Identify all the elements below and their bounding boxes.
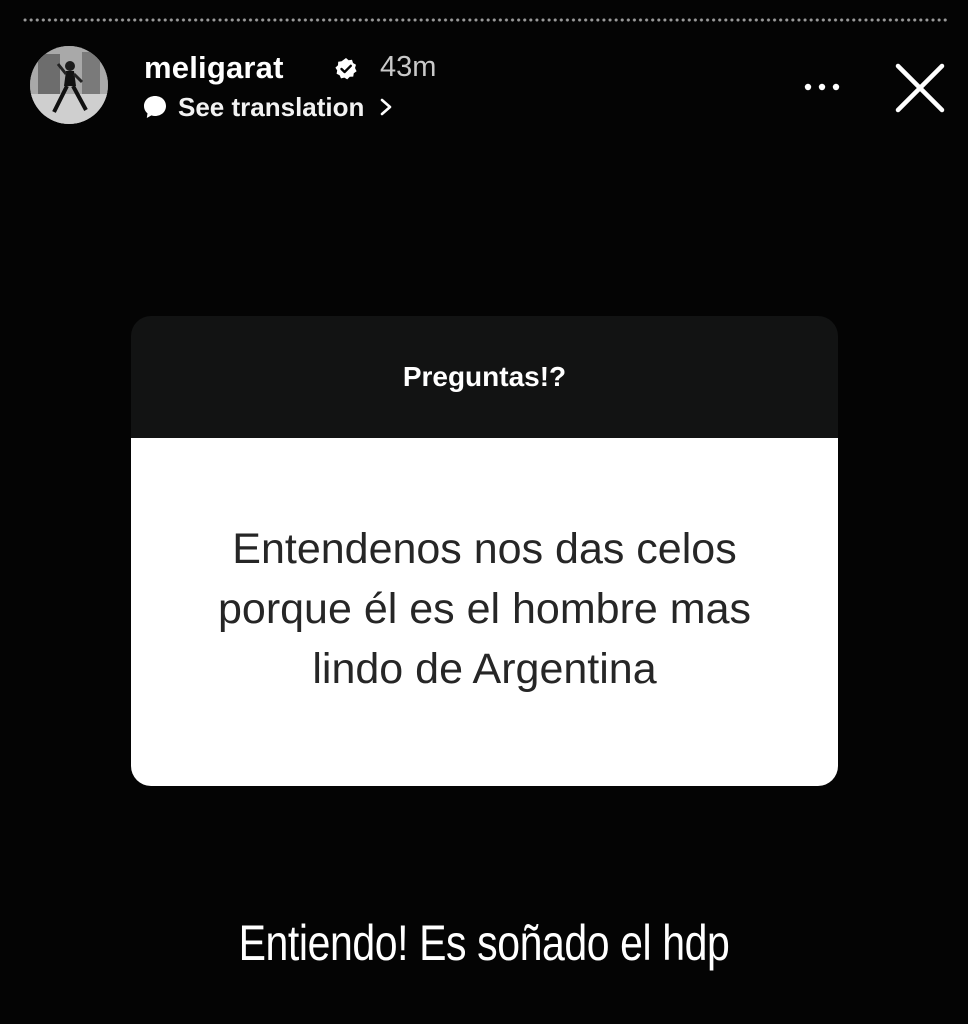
story-caption: Entiendo! Es soñado el hdp [238, 915, 730, 971]
more-options-icon[interactable] [800, 72, 844, 102]
story-progress-bar [22, 16, 948, 24]
question-sticker-header: Preguntas!? [131, 316, 838, 438]
question-sticker-body: Entendenos nos das celos porque él es el… [131, 438, 838, 786]
see-translation-label: See translation [178, 91, 365, 122]
verified-badge-icon [335, 58, 357, 80]
avatar[interactable] [30, 46, 108, 124]
story-header: meligarat 43m See translation [30, 46, 948, 126]
close-icon[interactable] [892, 60, 948, 116]
chevron-right-icon [381, 98, 392, 116]
see-translation-button[interactable]: See translation [142, 90, 394, 124]
question-sticker[interactable]: Preguntas!? Entendenos nos das celos por… [131, 316, 838, 786]
speech-bubble-icon [144, 96, 166, 118]
question-text: Entendenos nos das celos porque él es el… [217, 525, 751, 693]
username[interactable]: meligarat [144, 50, 284, 86]
question-sticker-title: Preguntas!? [402, 361, 567, 392]
story-timestamp: 43m [380, 51, 437, 83]
